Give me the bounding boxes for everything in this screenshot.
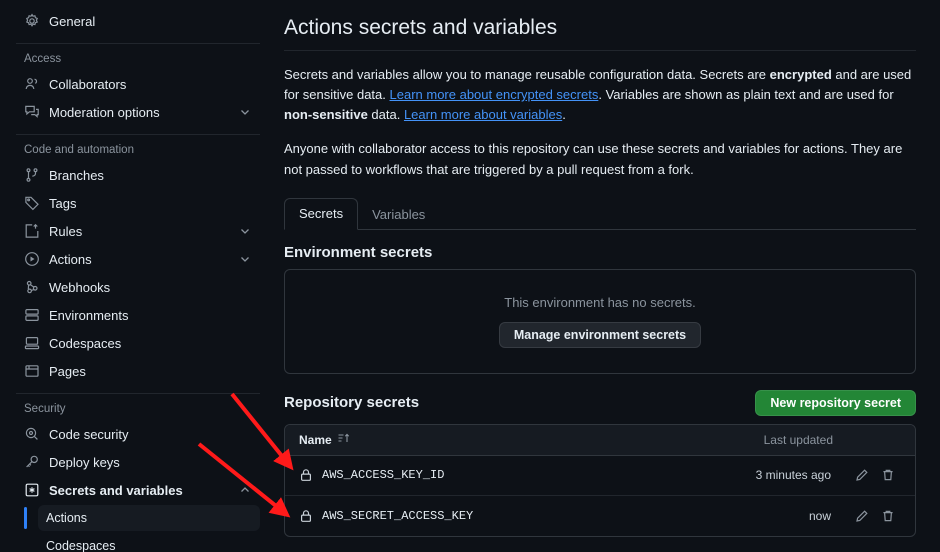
table-row: AWS_ACCESS_KEY_ID 3 minutes ago (285, 456, 915, 496)
edit-secret-icon[interactable] (849, 503, 875, 529)
sidebar-item-moderation-options[interactable]: Moderation options (16, 99, 260, 125)
tag-icon (24, 195, 40, 211)
sidebar-item-secrets-and-variables[interactable]: Secrets and variables (16, 477, 260, 503)
sidebar-item-label: Pages (49, 363, 86, 379)
secret-name: AWS_SECRET_ACCESS_KEY (322, 508, 474, 523)
environment-secrets-empty-panel: This environment has no secrets. Manage … (284, 268, 916, 374)
sidebar-item-environments[interactable]: Environments (16, 302, 260, 328)
column-header-name-label: Name (299, 432, 332, 447)
para1-bold-non-sensitive: non-sensitive (284, 107, 368, 123)
sidebar-item-deploy-keys[interactable]: Deploy keys (16, 449, 260, 475)
chevron-down-icon (238, 252, 252, 266)
table-header-row: Name Last updated (285, 424, 915, 456)
sidebar-item-codespaces[interactable]: Codespaces (16, 330, 260, 356)
code-security-icon (24, 426, 40, 442)
para1-part1: Secrets and variables allow you to manag… (284, 67, 770, 82)
gear-icon (24, 13, 40, 29)
chevron-down-icon (238, 105, 252, 119)
secrets-variables-tablist: Secrets Variables (284, 196, 916, 230)
sidebar-item-label: Codespaces (49, 335, 122, 351)
title-divider (284, 50, 916, 51)
sidebar-group-code-automation-label: Code and automation (24, 144, 134, 156)
browser-icon (24, 363, 40, 379)
comment-discussion-icon (24, 104, 40, 120)
codespaces-icon (24, 335, 40, 351)
sidebar-item-label: Code security (49, 426, 129, 442)
repository-secrets-header: Repository secrets New repository secret (284, 389, 916, 416)
chevron-up-icon (238, 483, 252, 497)
main-content: Actions secrets and variables Secrets an… (276, 0, 940, 552)
sidebar-item-label: Collaborators (49, 76, 127, 92)
sidebar-item-webhooks[interactable]: Webhooks (16, 274, 260, 300)
secret-last-updated: 3 minutes ago (755, 468, 831, 483)
para1-part4: data. (367, 107, 404, 123)
environment-secrets-heading: Environment secrets (284, 243, 433, 261)
new-repository-secret-button[interactable]: New repository secret (755, 389, 916, 416)
para1-bold-encrypted: encrypted (769, 67, 832, 82)
sidebar-item-pages[interactable]: Pages (16, 358, 260, 384)
link-learn-more-encrypted-secrets[interactable]: Learn more about encrypted secrets (390, 87, 599, 102)
delete-secret-icon[interactable] (875, 462, 901, 488)
para1-part5: . (562, 107, 566, 123)
table-row: AWS_SECRET_ACCESS_KEY now (285, 496, 915, 536)
sidebar-item-label: Moderation options (49, 104, 160, 120)
sidebar-subitem-label: Actions (46, 511, 87, 525)
people-icon (24, 76, 40, 92)
sidebar-item-label: Secrets and variables (49, 482, 183, 498)
sidebar-item-label: Actions (49, 251, 92, 267)
sidebar-item-tags[interactable]: Tags (16, 190, 260, 216)
lock-icon (299, 509, 313, 523)
sidebar-divider (16, 43, 260, 44)
environment-secrets-empty-text: This environment has no secrets. (504, 294, 696, 310)
git-branch-icon (24, 167, 40, 183)
column-header-last-updated: Last updated (763, 432, 833, 447)
sidebar-group-security-label: Security (24, 403, 66, 415)
sidebar-divider (16, 134, 260, 135)
sidebar-item-label: Branches (49, 167, 104, 183)
sidebar-item-label: Deploy keys (49, 454, 120, 470)
repository-secrets-heading: Repository secrets (284, 394, 420, 412)
chevron-down-icon (238, 224, 252, 238)
sidebar-item-collaborators[interactable]: Collaborators (16, 71, 260, 97)
sidebar-item-label: Rules (49, 223, 83, 239)
column-header-name[interactable]: Name (299, 432, 764, 448)
sidebar-divider (16, 393, 260, 394)
sidebar-group-access-label: Access (24, 53, 62, 65)
para1-part3: . Variables are shown as plain text and … (598, 87, 894, 103)
webhook-icon (24, 279, 40, 295)
description-paragraph-1: Secrets and variables allow you to manag… (284, 65, 916, 125)
play-circle-icon (24, 251, 40, 267)
rules-icon (24, 223, 40, 239)
sidebar-item-general[interactable]: General (16, 8, 260, 34)
delete-secret-icon[interactable] (875, 503, 901, 529)
sort-ascending-icon[interactable] (337, 432, 350, 448)
tab-variables[interactable]: Variables (358, 200, 439, 230)
sidebar-item-rules[interactable]: Rules (16, 218, 260, 244)
settings-sidebar: General Access Collaborators Moderation … (0, 0, 276, 552)
server-icon (24, 307, 40, 323)
sidebar-item-label: Environments (49, 307, 129, 323)
link-learn-more-variables[interactable]: Learn more about variables (404, 107, 562, 122)
settings-page: General Access Collaborators Moderation … (0, 0, 940, 552)
description-paragraph-2: Anyone with collaborator access to this … (284, 141, 903, 177)
lock-icon (299, 468, 313, 482)
sidebar-item-actions[interactable]: Actions (16, 246, 260, 272)
sidebar-item-label: General (49, 13, 96, 29)
manage-environment-secrets-button[interactable]: Manage environment secrets (498, 321, 702, 348)
edit-secret-icon[interactable] (849, 462, 875, 488)
secret-last-updated: now (808, 508, 831, 523)
sidebar-item-label: Tags (49, 195, 77, 211)
sidebar-subitem-label: Codespaces (46, 539, 116, 552)
page-title: Actions secrets and variables (284, 16, 558, 39)
tab-secrets[interactable]: Secrets (284, 197, 359, 230)
sidebar-item-label: Webhooks (49, 279, 111, 295)
repository-secrets-table: Name Last updated AWS_ACCESS_KEY_ID 3 mi… (284, 423, 916, 537)
sidebar-item-branches[interactable]: Branches (16, 162, 260, 188)
key-icon (24, 454, 40, 470)
sidebar-item-code-security[interactable]: Code security (16, 421, 260, 447)
sidebar-item-secrets-codespaces[interactable]: Codespaces (38, 533, 260, 552)
sidebar-item-secrets-actions[interactable]: Actions (24, 505, 260, 531)
asterisk-box-icon (24, 482, 40, 498)
secret-name: AWS_ACCESS_KEY_ID (322, 468, 445, 483)
